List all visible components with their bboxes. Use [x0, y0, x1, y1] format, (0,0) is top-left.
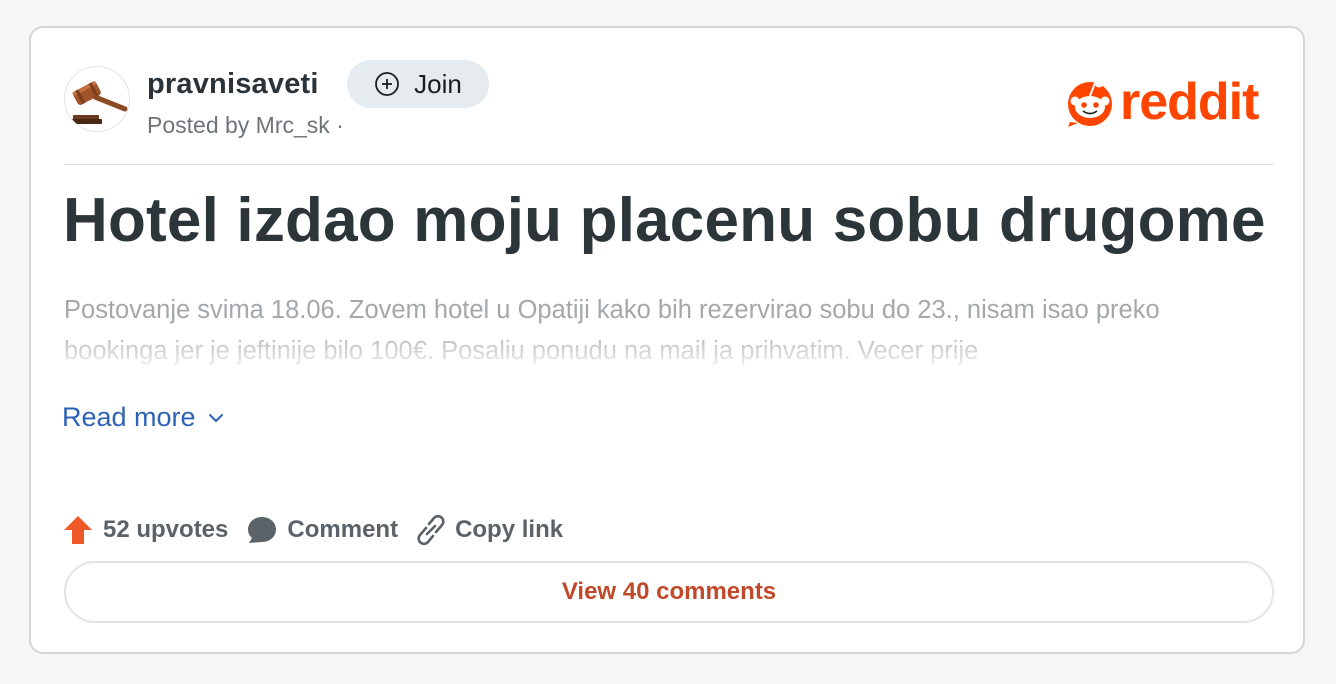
link-icon [417, 514, 445, 546]
upvote-count: 52 upvotes [103, 516, 229, 543]
view-comments-label: View 40 comments [561, 578, 777, 605]
upvote-button[interactable]: 52 upvotes [62, 514, 228, 546]
read-more-link[interactable]: Read more [62, 402, 224, 433]
post-card: pravnisaveti Join Posted by Mrc_sk · red… [29, 26, 1305, 654]
post-body-preview: Postovanje svima 18.06. Zovem hotel u Op… [64, 296, 1160, 365]
reddit-wordmark: reddit [1120, 73, 1259, 131]
gavel-icon [70, 81, 128, 124]
comment-label: Comment [287, 516, 399, 543]
read-more-label: Read more [62, 402, 196, 432]
reddit-snoo-icon [1068, 78, 1112, 127]
post-actions-bar: 52 upvotes Comment Copy link [62, 510, 563, 550]
plus-circle-icon [375, 72, 400, 96]
comment-button[interactable]: Comment [246, 514, 398, 546]
join-button[interactable]: Join [347, 60, 489, 108]
copy-link-button[interactable]: Copy link [416, 514, 563, 546]
post-author-line: Posted by Mrc_sk · [147, 112, 344, 138]
join-label: Join [414, 68, 462, 99]
view-comments-button[interactable]: View 40 comments [64, 561, 1274, 623]
upvote-arrow-icon [64, 516, 92, 544]
reddit-logo[interactable]: reddit [1066, 73, 1259, 131]
comment-bubble-icon [248, 517, 277, 543]
chevron-down-icon [208, 413, 223, 422]
header-divider [64, 164, 1274, 165]
copy-link-label: Copy link [455, 516, 564, 543]
subreddit-name[interactable]: pravnisaveti [147, 68, 319, 101]
post-title[interactable]: Hotel izdao moju placenu sobu drugome [63, 183, 1283, 259]
subreddit-avatar[interactable] [64, 66, 130, 132]
